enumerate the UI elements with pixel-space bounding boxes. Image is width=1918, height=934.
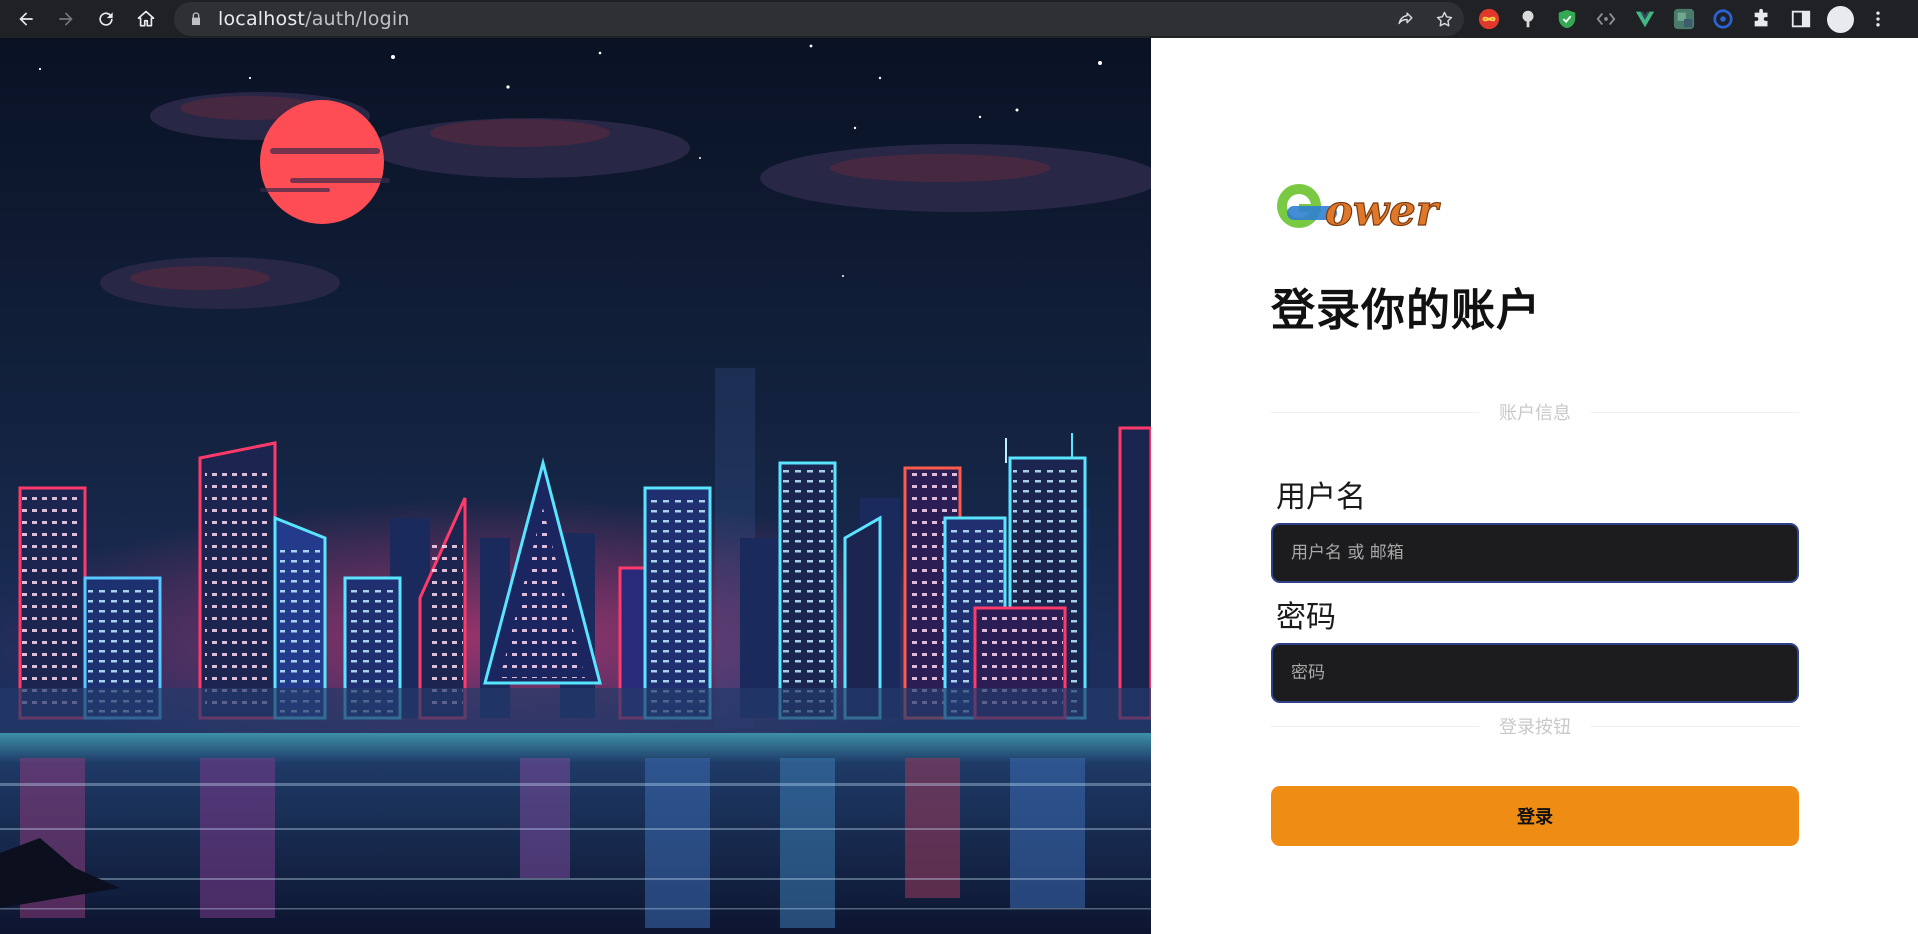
neon-city-illustration <box>0 38 1151 934</box>
account-info-label: 账户信息 <box>1499 403 1571 424</box>
arrow-left-icon <box>19 12 33 26</box>
login-panel: ower 登录你的账户 账户信息 用户名 密码 登录按钮 登录 <box>1151 38 1918 934</box>
username-label: 用户名 <box>1276 480 1366 515</box>
extensions-tray <box>1476 0 1888 38</box>
login-button-divider-label: 登录按钮 <box>1499 717 1571 738</box>
password-label: 密码 <box>1276 600 1336 635</box>
home-icon <box>137 10 155 27</box>
red-moon-icon <box>260 100 384 224</box>
password-input[interactable] <box>1271 643 1799 703</box>
login-button-divider: 登录按钮 <box>1271 716 1799 738</box>
url-host: localhost <box>218 8 306 30</box>
username-input[interactable] <box>1271 523 1799 583</box>
back-button[interactable] <box>6 0 46 38</box>
login-button[interactable]: 登录 <box>1271 786 1799 846</box>
share-icon[interactable] <box>1396 10 1415 29</box>
svg-text:ower: ower <box>1325 186 1441 235</box>
page-title: 登录你的账户 <box>1271 285 1541 336</box>
brush-extension-icon[interactable] <box>1515 7 1540 32</box>
url-text[interactable]: localhost/auth/login <box>218 8 410 30</box>
code-extension-icon[interactable] <box>1593 7 1618 32</box>
lock-icon[interactable] <box>188 11 204 27</box>
nav-buttons <box>6 0 166 38</box>
browser-toolbar: localhost/auth/login <box>0 0 1918 38</box>
account-info-divider: 账户信息 <box>1271 402 1799 424</box>
shield-extension-icon[interactable] <box>1554 7 1579 32</box>
arrow-right-icon <box>59 12 73 26</box>
reload-icon <box>99 12 113 26</box>
blurred-extension-icon[interactable] <box>1671 7 1696 32</box>
infinity-extension-icon[interactable] <box>1476 7 1501 32</box>
circle-extension-icon[interactable] <box>1710 7 1735 32</box>
forward-button[interactable] <box>46 0 86 38</box>
reload-button[interactable] <box>86 0 126 38</box>
gower-logo-icon: ower <box>1277 184 1441 236</box>
kebab-menu-icon[interactable] <box>1868 9 1888 29</box>
address-bar[interactable]: localhost/auth/login <box>174 2 1464 36</box>
sidebar-icon[interactable] <box>1788 7 1813 32</box>
address-bar-actions <box>1396 2 1454 36</box>
puzzle-icon[interactable] <box>1749 7 1774 32</box>
bookmark-star-icon[interactable] <box>1435 10 1454 29</box>
city-night-artwork <box>0 38 1151 934</box>
profile-avatar[interactable] <box>1827 5 1854 33</box>
url-path: /auth/login <box>305 8 410 30</box>
home-button[interactable] <box>126 0 166 38</box>
vue-devtools-icon[interactable] <box>1632 7 1657 32</box>
